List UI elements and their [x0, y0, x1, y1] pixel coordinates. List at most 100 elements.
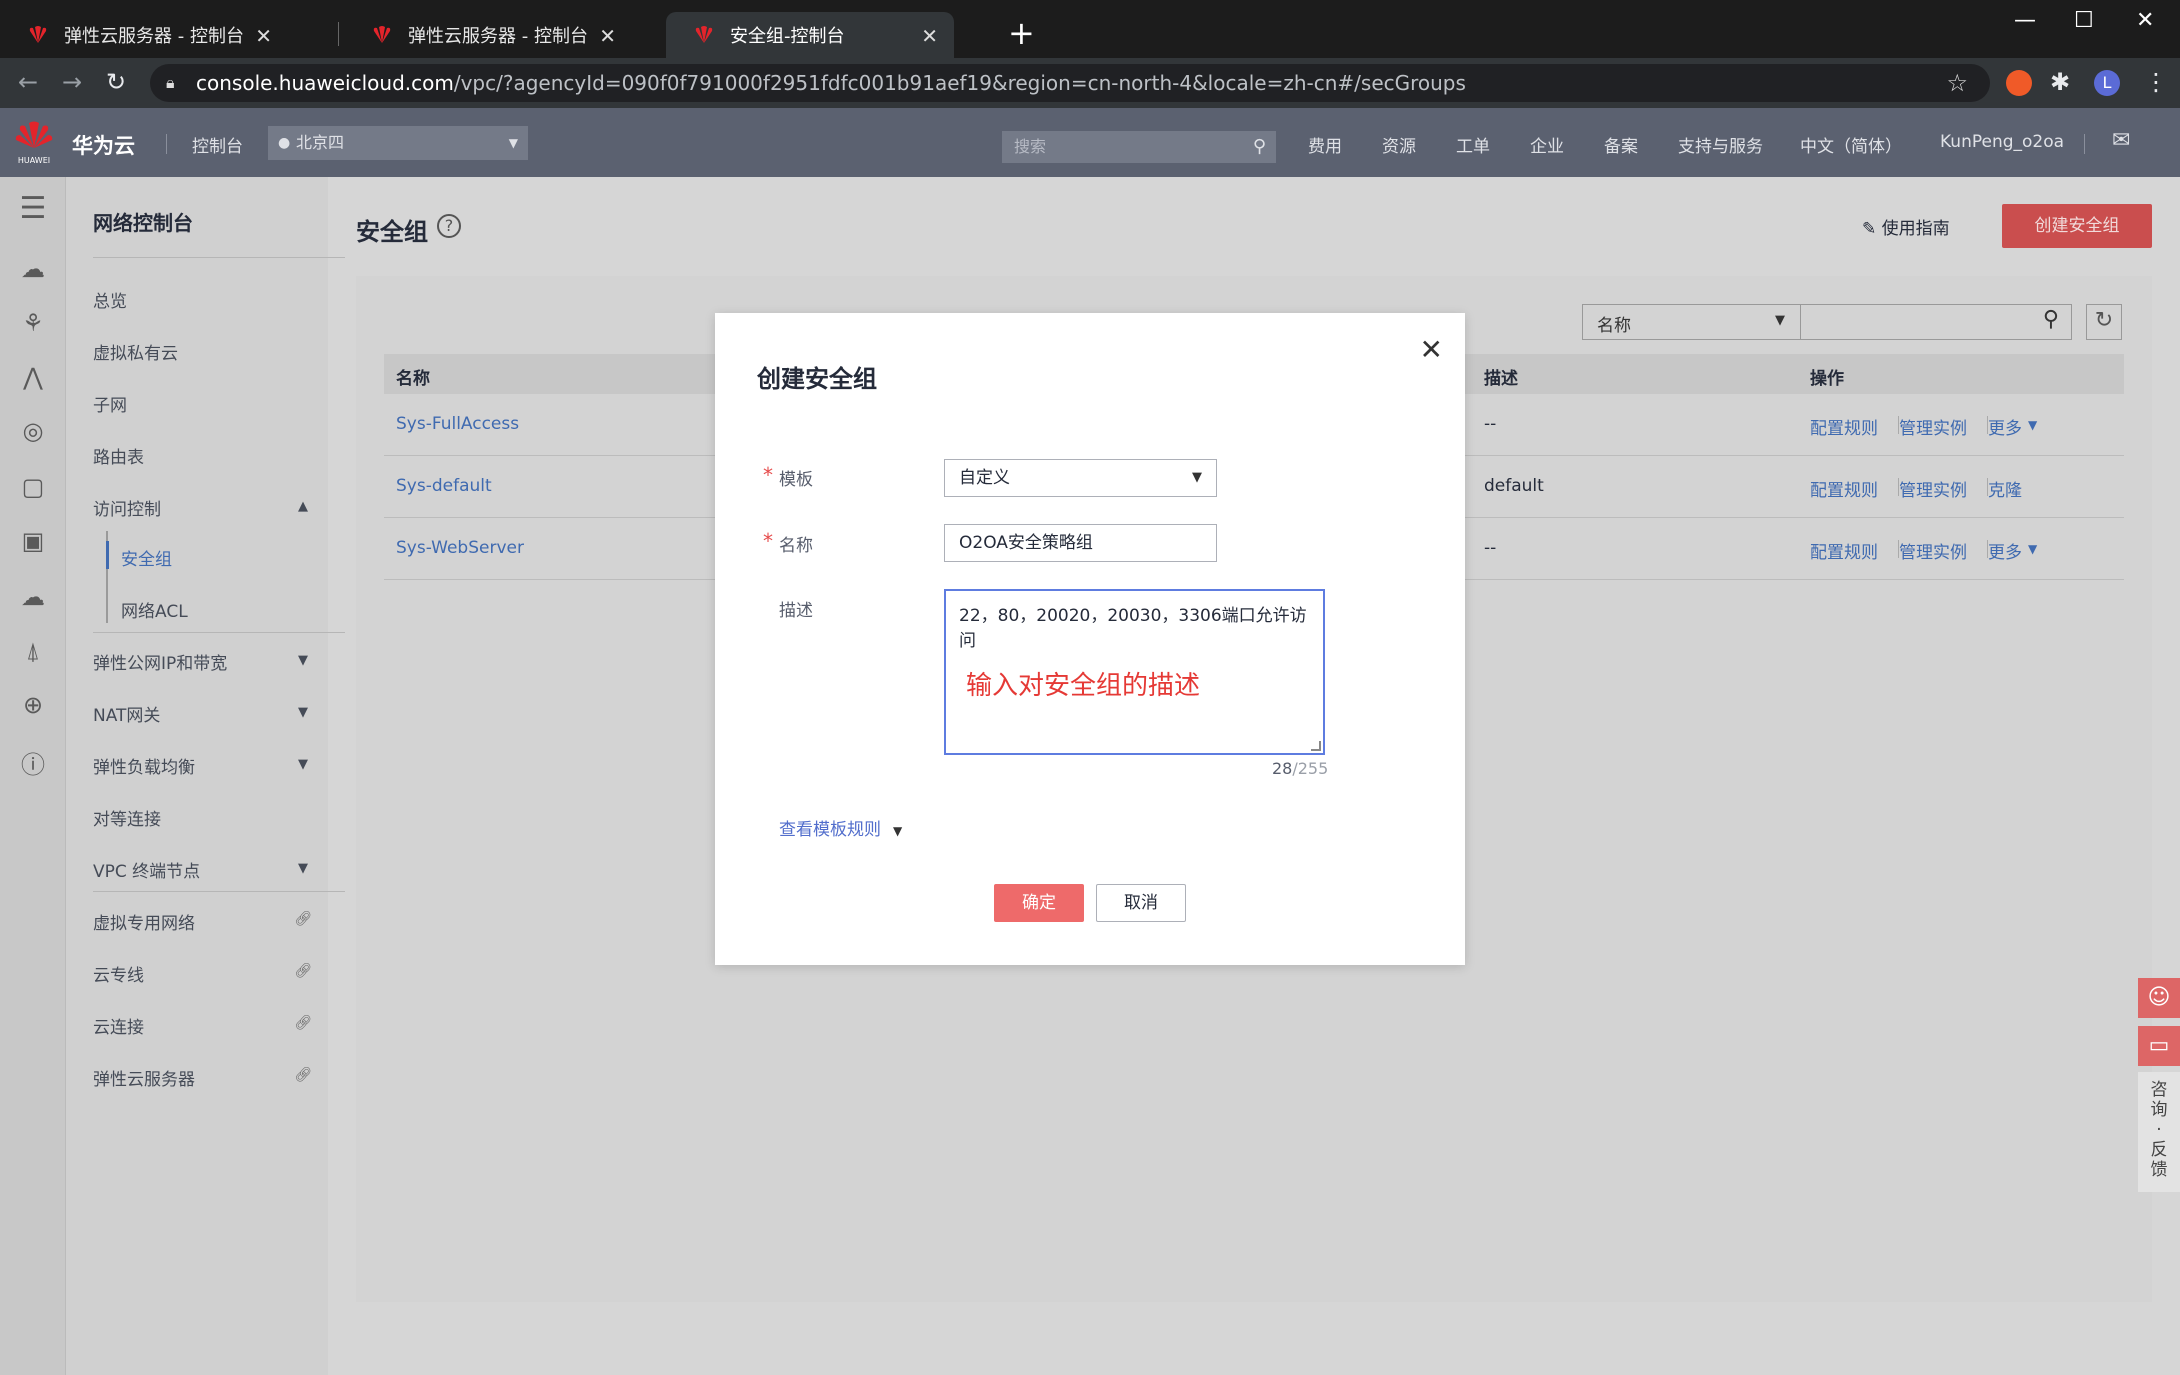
close-tab-icon[interactable]: ✕ [921, 24, 938, 48]
forward-icon[interactable]: → [62, 68, 82, 96]
cloud-icon[interactable]: ☁ [18, 255, 48, 285]
database-icon[interactable]: ▢ [18, 473, 48, 503]
sidebar-item-vpc[interactable]: 虚拟私有云 [93, 339, 178, 364]
sidebar-item-direct-connect[interactable]: 云专线 [93, 961, 144, 986]
chevron-down-icon[interactable]: ▼ [2028, 542, 2037, 556]
sidebar-item-security-group[interactable]: 安全组 [121, 545, 172, 570]
sidebar-item-cloud-connect[interactable]: 云连接 [93, 1013, 144, 1038]
sidebar-item-ecs[interactable]: 弹性云服务器 [93, 1065, 195, 1090]
browser-tab-bar: 弹性云服务器 - 控制台 ✕ 弹性云服务器 - 控制台 ✕ 安全组-控制台 ✕ … [0, 0, 2180, 58]
cloud-service-icon[interactable]: ☁ [18, 583, 48, 613]
configure-rules-link[interactable]: 配置规则 [1810, 476, 1878, 501]
smiley-icon[interactable]: ☺ [2138, 978, 2180, 1018]
nav-icp[interactable]: 备案 [1604, 132, 1638, 157]
chevron-up-icon[interactable]: ▲ [298, 499, 308, 514]
security-icon[interactable]: ⍋ [18, 637, 48, 667]
brand-name[interactable]: 华为云 [72, 130, 135, 160]
nav-username[interactable]: KunPeng_o2oa [1940, 132, 2064, 152]
create-security-group-button[interactable]: 创建安全组 [2002, 204, 2152, 248]
chevron-down-icon[interactable]: ▼ [2028, 418, 2037, 432]
extensions-puzzle-icon[interactable]: ✱ [2050, 68, 2070, 96]
nav-language[interactable]: 中文（简体） [1800, 132, 1902, 157]
chat-icon[interactable]: ▭ [2138, 1026, 2180, 1066]
reload-icon[interactable]: ↻ [106, 68, 126, 96]
nav-billing[interactable]: 费用 [1308, 132, 1342, 157]
help-icon[interactable]: ? [437, 214, 461, 238]
huawei-logo[interactable]: HUAWEI [14, 120, 54, 165]
sidebar-item-access-control[interactable]: 访问控制 [93, 495, 161, 520]
search-icon[interactable]: ⚲ [1253, 131, 1266, 163]
close-tab-icon[interactable]: ✕ [255, 24, 272, 48]
manage-instances-link[interactable]: 管理实例 [1899, 538, 1967, 563]
region-select[interactable]: ● 北京四 ▼ [268, 126, 528, 160]
filter-field-select[interactable]: 名称 [1597, 311, 1631, 336]
view-template-rules-link[interactable]: 查看模板规则 ▼ [779, 815, 902, 840]
configure-rules-link[interactable]: 配置规则 [1810, 414, 1878, 439]
confirm-button[interactable]: 确定 [994, 884, 1084, 922]
chevron-down-icon[interactable]: ▼ [298, 705, 308, 720]
browser-tab-active[interactable]: 安全组-控制台 ✕ [666, 12, 954, 58]
minimize-icon[interactable]: — [2014, 8, 2036, 33]
document-icon[interactable]: ▣ [18, 527, 48, 557]
search-filter[interactable]: 名称 ▼ ⚲ [1582, 304, 2072, 340]
ip-icon[interactable]: ⓘ [18, 745, 48, 779]
profile-avatar[interactable]: L [2094, 70, 2120, 96]
security-group-name-link[interactable]: Sys-FullAccess [396, 414, 519, 434]
resize-handle[interactable] [1311, 741, 1321, 751]
close-icon[interactable]: ✕ [1420, 333, 1443, 366]
browser-tab[interactable]: 弹性云服务器 - 控制台 ✕ [0, 12, 288, 58]
configure-rules-link[interactable]: 配置规则 [1810, 538, 1878, 563]
new-tab-icon[interactable]: + [1008, 14, 1035, 52]
sidebar-item-elb[interactable]: 弹性负载均衡 [93, 753, 195, 778]
back-icon[interactable]: ← [18, 68, 38, 96]
sidebar-item-network-acl[interactable]: 网络ACL [121, 597, 188, 622]
more-menu[interactable]: 更多 [1988, 538, 2022, 563]
mail-icon[interactable]: ✉ [2112, 128, 2130, 153]
feedback-tab[interactable]: 咨询·反馈 [2138, 1072, 2180, 1192]
chevron-down-icon[interactable]: ▼ [298, 757, 308, 772]
nav-resources[interactable]: 资源 [1382, 132, 1416, 157]
refresh-icon[interactable]: ↻ [2086, 304, 2122, 340]
menu-dots-icon[interactable]: ⋮ [2144, 68, 2168, 96]
browser-tab[interactable]: 弹性云服务器 - 控制台 ✕ [344, 12, 632, 58]
cancel-button[interactable]: 取消 [1096, 884, 1186, 922]
nav-tickets[interactable]: 工单 [1456, 132, 1490, 157]
nav-enterprise[interactable]: 企业 [1530, 132, 1564, 157]
sidebar-item-overview[interactable]: 总览 [93, 287, 127, 312]
search-icon[interactable]: ⚲ [2043, 307, 2059, 332]
clone-link[interactable]: 克隆 [1988, 476, 2022, 501]
storage-icon[interactable]: ◎ [18, 417, 48, 447]
security-group-name-link[interactable]: Sys-WebServer [396, 538, 524, 558]
name-input[interactable]: O2OA安全策略组 [944, 524, 1217, 562]
globe-icon[interactable]: ⊕ [18, 691, 48, 721]
sidebar-item-vpc-endpoint[interactable]: VPC 终端节点 [93, 857, 200, 882]
hamburger-menu-icon[interactable]: ☰ [18, 191, 48, 226]
manage-instances-link[interactable]: 管理实例 [1899, 476, 1967, 501]
sidebar-item-route-table[interactable]: 路由表 [93, 443, 144, 468]
console-search-input[interactable]: 搜索 ⚲ [1002, 131, 1276, 163]
template-select[interactable]: 自定义 ▼ [944, 459, 1217, 497]
window-close-icon[interactable]: ✕ [2136, 8, 2154, 33]
nav-support[interactable]: 支持与服务 [1678, 132, 1763, 157]
manage-instances-link[interactable]: 管理实例 [1899, 414, 1967, 439]
extension-icon[interactable] [2006, 70, 2032, 96]
maximize-icon[interactable]: ☐ [2074, 8, 2094, 33]
security-group-name-link[interactable]: Sys-default [396, 476, 492, 496]
sidebar-item-eip[interactable]: 弹性公网IP和带宽 [93, 649, 227, 674]
console-link[interactable]: 控制台 [192, 132, 243, 157]
name-label: 名称 [779, 536, 813, 556]
network-icon[interactable]: ⋀ [18, 363, 48, 393]
sidebar-item-peering[interactable]: 对等连接 [93, 805, 161, 830]
description-textarea[interactable]: 22，80，20020，20030，3306端口允许访问 输入对安全组的描述 [944, 589, 1325, 755]
chevron-down-icon[interactable]: ▼ [298, 861, 308, 876]
bookmark-star-icon[interactable]: ☆ [1946, 64, 1968, 102]
sidebar-item-subnet[interactable]: 子网 [93, 391, 127, 416]
chevron-down-icon[interactable]: ▼ [298, 653, 308, 668]
close-tab-icon[interactable]: ✕ [599, 24, 616, 48]
cluster-icon[interactable]: ⚘ [18, 309, 48, 339]
sidebar-item-vpn[interactable]: 虚拟专用网络 [93, 909, 195, 934]
url-input[interactable]: 🔒︎ console.huaweicloud.com/vpc/?agencyId… [150, 64, 1990, 102]
sidebar-item-nat[interactable]: NAT网关 [93, 701, 160, 726]
more-menu[interactable]: 更多 [1988, 414, 2022, 439]
usage-guide-link[interactable]: ✎ 使用指南 [1862, 214, 1950, 239]
